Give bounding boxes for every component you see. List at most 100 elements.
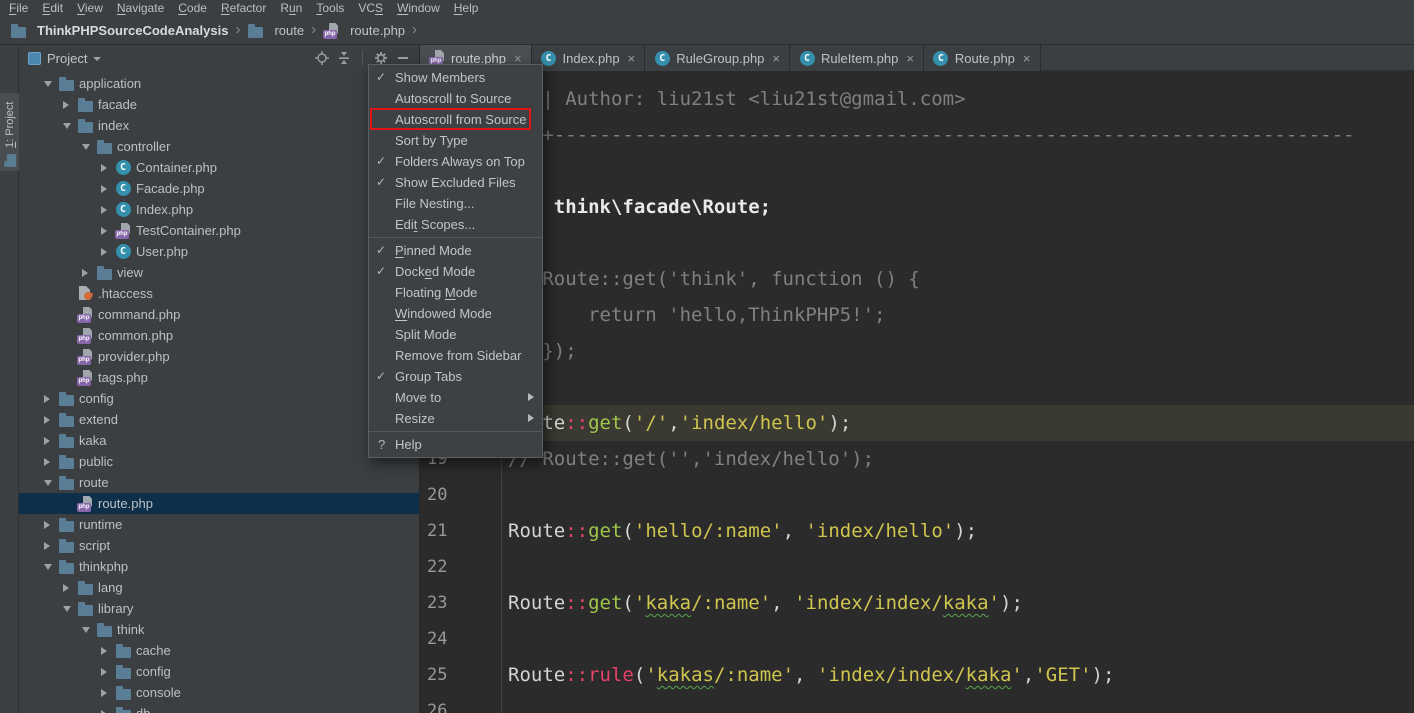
menu-item-autoscroll-to-source[interactable]: Autoscroll to Source xyxy=(369,88,542,109)
menu-window[interactable]: Window xyxy=(390,0,447,17)
chevron-collapsed-icon[interactable] xyxy=(101,185,115,193)
menu-tools[interactable]: Tools xyxy=(309,0,351,17)
chevron-collapsed-icon[interactable] xyxy=(63,101,77,109)
tree-item-runtime[interactable]: runtime xyxy=(19,514,419,535)
tree-item-route[interactable]: route xyxy=(19,472,419,493)
chevron-expanded-icon[interactable] xyxy=(63,123,77,129)
tab-index-php[interactable]: CIndex.php× xyxy=(532,45,646,71)
chevron-collapsed-icon[interactable] xyxy=(101,668,115,676)
menu-item-edit-scopes[interactable]: Edit Scopes... xyxy=(369,214,542,235)
chevron-collapsed-icon[interactable] xyxy=(101,647,115,655)
tab-ruleitem-php[interactable]: CRuleItem.php× xyxy=(790,45,924,71)
menu-file[interactable]: File xyxy=(2,0,35,17)
menu-view[interactable]: View xyxy=(70,0,110,17)
menu-item-file-nesting[interactable]: File Nesting... xyxy=(369,193,542,214)
menu-item-help[interactable]: ?Help xyxy=(369,434,542,455)
tree-item-user-php[interactable]: CUser.php xyxy=(19,241,419,262)
chevron-collapsed-icon[interactable] xyxy=(101,227,115,235)
menu-item-show-members[interactable]: ✓Show Members xyxy=(369,67,542,88)
tree-item-application[interactable]: application xyxy=(19,73,419,94)
project-panel-title[interactable]: Project xyxy=(47,51,87,66)
menu-help[interactable]: Help xyxy=(447,0,486,17)
menu-vcs[interactable]: VCS xyxy=(351,0,390,17)
locate-icon[interactable] xyxy=(314,50,330,66)
menu-item-folders-always-on-top[interactable]: ✓Folders Always on Top xyxy=(369,151,542,172)
tab-route-php[interactable]: CRoute.php× xyxy=(924,45,1041,71)
menu-refactor[interactable]: Refactor xyxy=(214,0,273,17)
chevron-collapsed-icon[interactable] xyxy=(101,164,115,172)
tree-item-thinkphp[interactable]: thinkphp xyxy=(19,556,419,577)
code-editor[interactable]: 9// | Author: liu21st <liu21st@gmail.com… xyxy=(420,71,1414,713)
collapse-all-icon[interactable] xyxy=(336,50,352,66)
chevron-collapsed-icon[interactable] xyxy=(101,689,115,697)
menu-navigate[interactable]: Navigate xyxy=(110,0,171,17)
chevron-expanded-icon[interactable] xyxy=(44,81,58,87)
close-icon[interactable]: × xyxy=(772,52,780,65)
chevron-expanded-icon[interactable] xyxy=(63,606,77,612)
menu-item-split-mode[interactable]: Split Mode xyxy=(369,324,542,345)
menu-item-floating-mode[interactable]: Floating Mode xyxy=(369,282,542,303)
chevron-expanded-icon[interactable] xyxy=(44,564,58,570)
chevron-collapsed-icon[interactable] xyxy=(44,542,58,550)
tree-item-cache[interactable]: cache xyxy=(19,640,419,661)
menu-edit[interactable]: Edit xyxy=(35,0,70,17)
menu-item-autoscroll-from-source[interactable]: Autoscroll from Source xyxy=(369,109,542,130)
tree-item-console[interactable]: console xyxy=(19,682,419,703)
chevron-collapsed-icon[interactable] xyxy=(44,395,58,403)
tree-item-config[interactable]: config xyxy=(19,388,419,409)
chevron-collapsed-icon[interactable] xyxy=(82,269,96,277)
menu-item-move-to[interactable]: Move to xyxy=(369,387,542,408)
chevron-collapsed-icon[interactable] xyxy=(63,584,77,592)
chevron-expanded-icon[interactable] xyxy=(44,480,58,486)
tree-item-think[interactable]: think xyxy=(19,619,419,640)
chevron-collapsed-icon[interactable] xyxy=(101,710,115,713)
chevron-collapsed-icon[interactable] xyxy=(101,248,115,256)
tree-item-script[interactable]: script xyxy=(19,535,419,556)
tree-item-db[interactable]: db xyxy=(19,703,419,713)
menu-item-show-excluded-files[interactable]: ✓Show Excluded Files xyxy=(369,172,542,193)
close-icon[interactable]: × xyxy=(628,52,636,65)
tree-item-testcontainer-php[interactable]: phpTestContainer.php xyxy=(19,220,419,241)
tool-window-button-project[interactable]: 1: Project xyxy=(0,93,19,171)
tree-item-index-php[interactable]: CIndex.php xyxy=(19,199,419,220)
tree-item-library[interactable]: library xyxy=(19,598,419,619)
breadcrumb-thinkphpsourcecodeanalysis[interactable]: ThinkPHPSourceCodeAnalysis xyxy=(10,23,228,39)
tree-item-extend[interactable]: extend xyxy=(19,409,419,430)
menu-code[interactable]: Code xyxy=(171,0,214,17)
menu-item-windowed-mode[interactable]: Windowed Mode xyxy=(369,303,542,324)
tree-item-provider-php[interactable]: phpprovider.php xyxy=(19,346,419,367)
tree-item-controller[interactable]: controller xyxy=(19,136,419,157)
menu-run[interactable]: Run xyxy=(273,0,309,17)
tree-item-index[interactable]: index xyxy=(19,115,419,136)
chevron-collapsed-icon[interactable] xyxy=(44,437,58,445)
menu-item-docked-mode[interactable]: ✓Docked Mode xyxy=(369,261,542,282)
breadcrumb-route-php[interactable]: phproute.php xyxy=(323,23,405,39)
tree-item-kaka[interactable]: kaka xyxy=(19,430,419,451)
tree-item-view[interactable]: view xyxy=(19,262,419,283)
menu-item-pinned-mode[interactable]: ✓Pinned Mode xyxy=(369,240,542,261)
tree-item-facade[interactable]: facade xyxy=(19,94,419,115)
chevron-collapsed-icon[interactable] xyxy=(44,458,58,466)
close-icon[interactable]: × xyxy=(906,52,914,65)
menu-item-remove-from-sidebar[interactable]: Remove from Sidebar xyxy=(369,345,542,366)
chevron-expanded-icon[interactable] xyxy=(82,144,96,150)
tree-item-container-php[interactable]: CContainer.php xyxy=(19,157,419,178)
tree-item-config[interactable]: config xyxy=(19,661,419,682)
tree-item-route-php[interactable]: phproute.php xyxy=(19,493,419,514)
breadcrumb-route[interactable]: route xyxy=(247,23,304,39)
tab-rulegroup-php[interactable]: CRuleGroup.php× xyxy=(645,45,790,71)
menu-item-group-tabs[interactable]: ✓Group Tabs xyxy=(369,366,542,387)
tree-item-tags-php[interactable]: phptags.php xyxy=(19,367,419,388)
chevron-collapsed-icon[interactable] xyxy=(44,416,58,424)
chevron-down-icon[interactable] xyxy=(93,57,101,61)
chevron-collapsed-icon[interactable] xyxy=(101,206,115,214)
tree-item-lang[interactable]: lang xyxy=(19,577,419,598)
tree-item-facade-php[interactable]: CFacade.php xyxy=(19,178,419,199)
menu-item-sort-by-type[interactable]: Sort by Type xyxy=(369,130,542,151)
chevron-expanded-icon[interactable] xyxy=(82,627,96,633)
tree-item-command-php[interactable]: phpcommand.php xyxy=(19,304,419,325)
menu-item-resize[interactable]: Resize xyxy=(369,408,542,429)
chevron-collapsed-icon[interactable] xyxy=(44,521,58,529)
close-icon[interactable]: × xyxy=(1023,52,1031,65)
tree-item-htaccess[interactable]: .htaccess xyxy=(19,283,419,304)
